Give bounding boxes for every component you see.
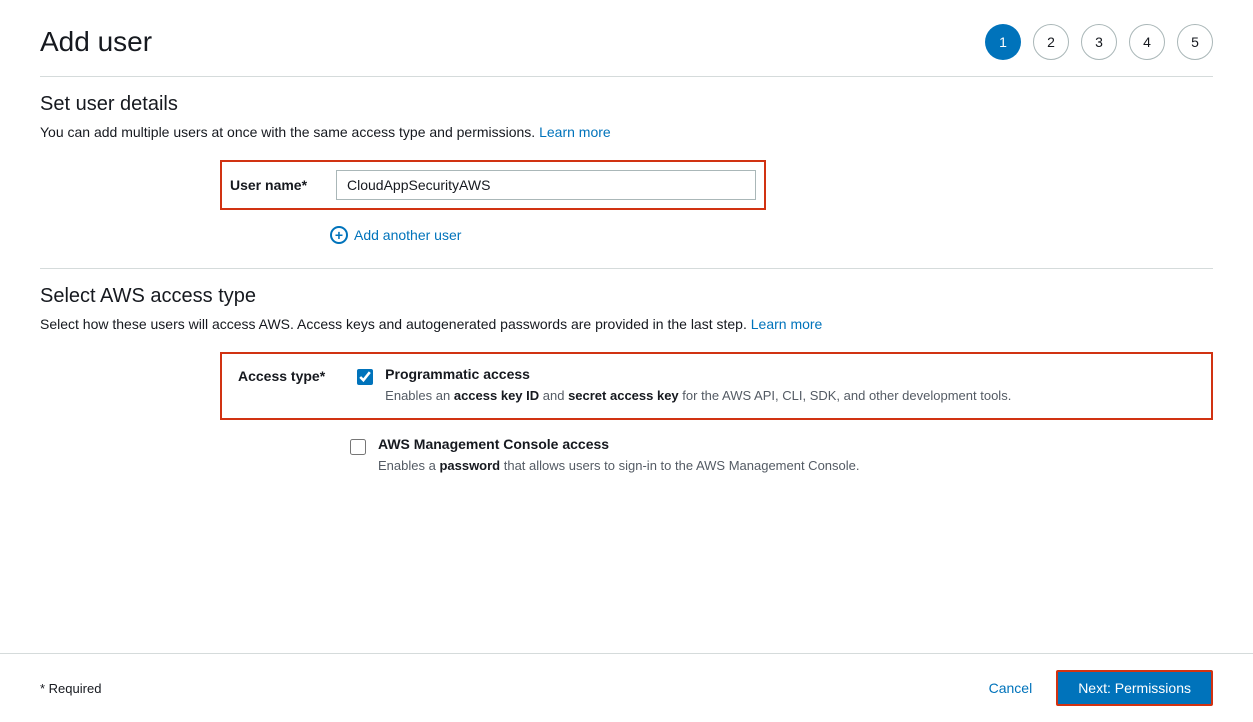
console-access-checkbox[interactable] <box>350 439 366 455</box>
username-input[interactable] <box>336 170 756 200</box>
plus-icon: + <box>330 226 348 244</box>
select-access-type-section: Select AWS access type Select how these … <box>40 268 1213 487</box>
footer: * Required Cancel Next: Permissions <box>0 653 1253 722</box>
access-options-container: Access type* Programmatic access Enables… <box>40 352 1213 487</box>
select-access-type-title: Select AWS access type <box>40 285 1213 308</box>
username-form-inner: User name* <box>220 160 766 210</box>
select-access-type-description: Select how these users will access AWS. … <box>40 316 1213 332</box>
next-permissions-button[interactable]: Next: Permissions <box>1056 670 1213 706</box>
console-access-title: AWS Management Console access <box>378 436 1197 452</box>
section-divider-1 <box>40 76 1213 77</box>
user-details-learn-more-link[interactable]: Learn more <box>539 124 611 140</box>
step-2[interactable]: 2 <box>1033 24 1069 60</box>
set-user-details-title: Set user details <box>40 93 1213 116</box>
access-type-label: Access type* <box>238 366 341 384</box>
access-type-learn-more-link[interactable]: Learn more <box>751 316 823 332</box>
programmatic-access-desc: Enables an access key ID and secret acce… <box>385 386 1195 406</box>
page-header: Add user 1 2 3 4 5 <box>0 0 1253 76</box>
page-title: Add user <box>40 26 152 58</box>
add-another-user-label: Add another user <box>354 227 461 243</box>
step-1[interactable]: 1 <box>985 24 1021 60</box>
add-user-row: + Add another user <box>40 226 1213 244</box>
step-4[interactable]: 4 <box>1129 24 1165 60</box>
step-3[interactable]: 3 <box>1081 24 1117 60</box>
console-access-content: AWS Management Console access Enables a … <box>378 436 1197 476</box>
username-wrapper: User name* <box>230 170 756 200</box>
cancel-button[interactable]: Cancel <box>977 674 1045 702</box>
username-label: User name* <box>230 177 320 193</box>
access-type-label-spacer <box>234 436 334 438</box>
programmatic-access-content: Programmatic access Enables an access ke… <box>385 366 1195 406</box>
console-access-desc: Enables a password that allows users to … <box>378 456 1197 476</box>
console-access-option: AWS Management Console access Enables a … <box>220 424 1213 488</box>
main-content: Set user details You can add multiple us… <box>0 76 1253 653</box>
step-indicators: 1 2 3 4 5 <box>985 24 1213 60</box>
step-5[interactable]: 5 <box>1177 24 1213 60</box>
programmatic-access-title: Programmatic access <box>385 366 1195 382</box>
programmatic-access-option: Access type* Programmatic access Enables… <box>220 352 1213 420</box>
username-form-row: User name* <box>40 160 1213 210</box>
required-note: * Required <box>40 681 101 696</box>
programmatic-access-checkbox[interactable] <box>357 369 373 385</box>
footer-actions: Cancel Next: Permissions <box>977 670 1213 706</box>
section-divider-2 <box>40 268 1213 269</box>
set-user-details-section: Set user details You can add multiple us… <box>40 76 1213 244</box>
set-user-details-description: You can add multiple users at once with … <box>40 124 1213 140</box>
add-another-user-link[interactable]: + Add another user <box>330 226 461 244</box>
